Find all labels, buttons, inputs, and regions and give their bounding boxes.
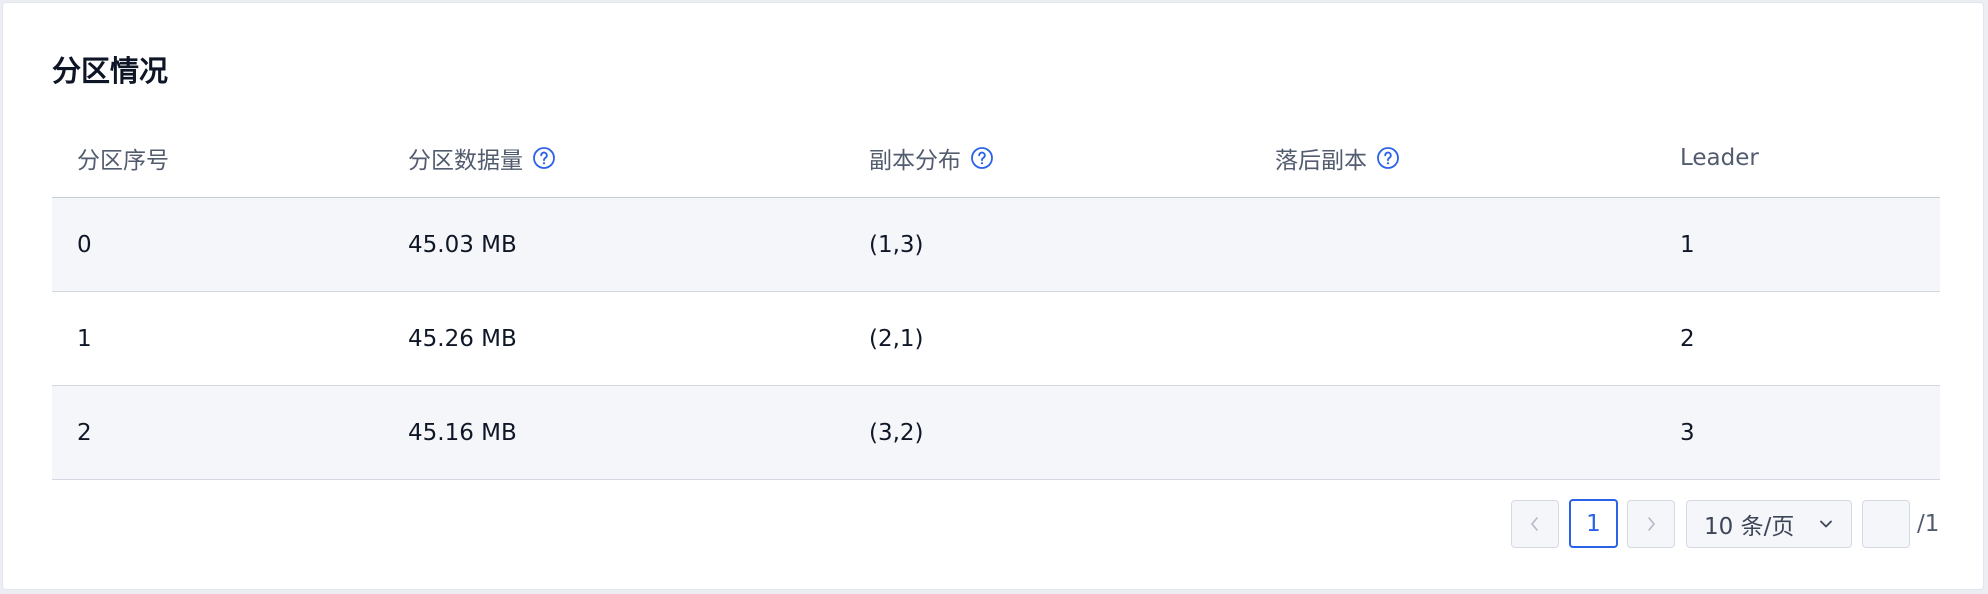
partition-table: 分区序号 分区数据量 副本分布 落后副本 Leader 0 45.03 MB (…: [52, 119, 1940, 480]
cell-replica-distribution: (2,1): [869, 325, 924, 352]
cell-replica-distribution: (3,2): [869, 419, 924, 446]
cell-leader: 1: [1680, 231, 1695, 258]
cell-replica-distribution: (1,3): [869, 231, 924, 258]
cell-partition-index: 0: [77, 231, 92, 258]
partition-panel: 分区情况 分区序号 分区数据量 副本分布 落后副本 Leader 0 45.03…: [2, 2, 1984, 590]
column-header-label: 分区数据量: [408, 148, 523, 174]
column-header-replica-distribution: 副本分布: [869, 119, 994, 197]
page-number-button[interactable]: 1: [1569, 499, 1618, 548]
prev-page-button[interactable]: [1511, 500, 1559, 548]
cell-partition-size: 45.16 MB: [408, 419, 517, 446]
cell-partition-index: 2: [77, 419, 92, 446]
cell-leader: 3: [1680, 419, 1695, 446]
total-pages: /1: [1917, 511, 1940, 537]
help-icon[interactable]: [532, 146, 556, 170]
help-icon[interactable]: [1376, 146, 1400, 170]
next-page-button[interactable]: [1627, 500, 1675, 548]
page-jump-input[interactable]: [1862, 500, 1910, 548]
column-header-partition-index: 分区序号: [77, 119, 169, 197]
column-header-partition-size: 分区数据量: [408, 119, 556, 197]
chevron-left-icon: [1531, 517, 1538, 531]
cell-partition-size: 45.26 MB: [408, 325, 517, 352]
section-title: 分区情况: [52, 54, 169, 88]
table-row: 0 45.03 MB (1,3) 1: [52, 198, 1940, 292]
table-row: 1 45.26 MB (2,1) 2: [52, 292, 1940, 386]
chevron-down-icon: [1820, 520, 1832, 528]
table-row: 2 45.16 MB (3,2) 3: [52, 386, 1940, 480]
column-header-label: Leader: [1680, 145, 1759, 171]
help-icon[interactable]: [970, 146, 994, 170]
page-size-select[interactable]: 10 条/页: [1686, 500, 1852, 548]
chevron-right-icon: [1648, 517, 1655, 531]
page-size-label: 10 条/页: [1704, 514, 1795, 540]
cell-leader: 2: [1680, 325, 1695, 352]
column-header-lagging-replicas: 落后副本: [1275, 119, 1400, 197]
table-header: 分区序号 分区数据量 副本分布 落后副本 Leader: [52, 119, 1940, 198]
column-header-label: 落后副本: [1275, 148, 1367, 174]
cell-partition-size: 45.03 MB: [408, 231, 517, 258]
column-header-label: 副本分布: [869, 148, 961, 174]
column-header-leader: Leader: [1680, 119, 1759, 197]
column-header-label: 分区序号: [77, 148, 169, 174]
cell-partition-index: 1: [77, 325, 92, 352]
